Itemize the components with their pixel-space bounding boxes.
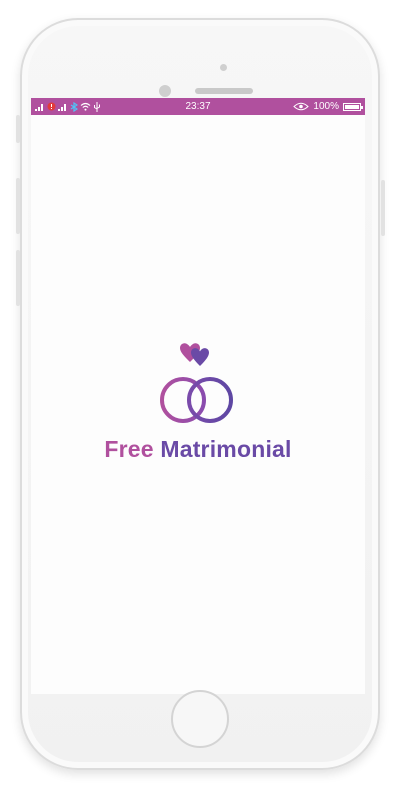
volume-down-button	[16, 250, 20, 306]
status-bar: 23:37 100%	[31, 98, 365, 115]
status-icons-right: 100%	[293, 100, 363, 113]
front-camera	[159, 85, 171, 97]
proximity-sensor	[220, 64, 227, 71]
brand-word-free: Free	[104, 436, 154, 462]
earpiece-speaker	[195, 88, 253, 94]
power-button	[381, 180, 385, 236]
two-hearts-interlocked-rings-icon	[160, 343, 233, 423]
app-title: Free Matrimonial	[31, 436, 365, 463]
app-logo	[31, 342, 365, 433]
mute-switch	[16, 115, 20, 143]
volume-up-button	[16, 178, 20, 234]
battery-icon	[343, 102, 363, 111]
home-button[interactable]	[171, 690, 229, 748]
battery-percent: 100%	[313, 101, 339, 112]
eye-icon	[293, 102, 310, 111]
brand-word-matrimonial: Matrimonial	[160, 436, 292, 462]
app-screen: 23:37 100% Free Matrimonial	[31, 98, 365, 694]
